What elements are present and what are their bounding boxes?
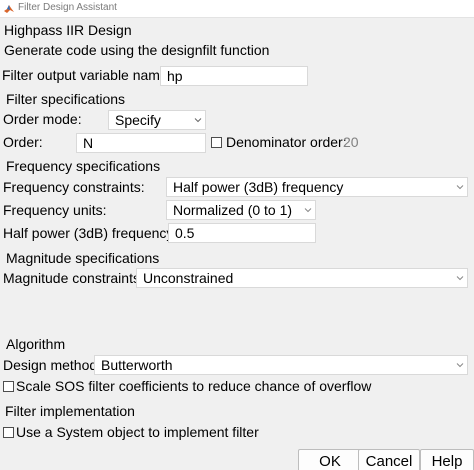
frequency-units-value: Normalized (0 to 1)	[173, 202, 293, 218]
magnitude-constraints-value: Unconstrained	[143, 270, 234, 286]
order-input[interactable]: N	[76, 133, 206, 153]
scale-sos-checkbox[interactable]	[3, 381, 14, 392]
frequency-constraints-dropdown[interactable]: Half power (3dB) frequency	[166, 177, 468, 197]
chevron-down-icon	[456, 363, 464, 368]
algorithm-heading: Algorithm	[6, 336, 66, 352]
order-label: Order:	[3, 134, 43, 150]
magnitude-constraints-label: Magnitude constraints:	[3, 270, 144, 286]
chevron-down-icon	[304, 208, 312, 213]
dialog-title: Highpass IIR Design	[4, 22, 132, 38]
order-mode-dropdown[interactable]: Specify	[108, 110, 206, 130]
chevron-down-icon	[456, 185, 464, 190]
design-method-dropdown[interactable]: Butterworth	[94, 355, 468, 375]
denominator-order-checkbox[interactable]	[211, 137, 222, 148]
frequency-units-dropdown[interactable]: Normalized (0 to 1)	[166, 200, 316, 220]
help-button[interactable]: Help	[420, 449, 474, 470]
magnitude-constraints-dropdown[interactable]: Unconstrained	[136, 268, 468, 288]
half-power-frequency-label: Half power (3dB) frequency:	[3, 225, 178, 241]
half-power-frequency-input[interactable]: 0.5	[168, 223, 316, 243]
design-method-value: Butterworth	[101, 357, 173, 373]
dialog-subtitle: Generate code using the designfilt funct…	[4, 42, 270, 58]
chevron-down-icon	[194, 118, 202, 123]
frequency-specs-heading: Frequency specifications	[6, 158, 161, 174]
cancel-button[interactable]: Cancel	[358, 449, 420, 470]
window-title: Filter Design Assistant	[18, 2, 117, 13]
order-mode-value: Specify	[115, 112, 161, 128]
chevron-down-icon	[456, 276, 464, 281]
order-mode-label: Order mode:	[3, 111, 82, 127]
design-method-label: Design method:	[3, 357, 102, 373]
scale-sos-label: Scale SOS filter coefficients to reduce …	[16, 378, 372, 394]
frequency-constraints-label: Frequency constraints:	[3, 179, 145, 195]
frequency-constraints-value: Half power (3dB) frequency	[173, 179, 344, 195]
output-variable-label: Filter output variable name:	[2, 67, 172, 83]
ok-button[interactable]: OK	[298, 449, 362, 470]
system-object-label: Use a System object to implement filter	[16, 424, 259, 440]
denominator-order-value: 20	[343, 134, 359, 150]
matlab-icon	[4, 5, 14, 13]
magnitude-specs-heading: Magnitude specifications	[6, 250, 160, 266]
system-object-checkbox[interactable]	[3, 427, 14, 438]
output-variable-input[interactable]: hp	[160, 66, 308, 86]
filter-specs-heading: Filter specifications	[6, 91, 126, 107]
window-titlebar[interactable]: Filter Design Assistant	[0, 0, 474, 18]
frequency-units-label: Frequency units:	[3, 202, 107, 218]
denominator-order-label: Denominator order:	[226, 134, 347, 150]
filter-implementation-heading: Filter implementation	[5, 403, 135, 419]
